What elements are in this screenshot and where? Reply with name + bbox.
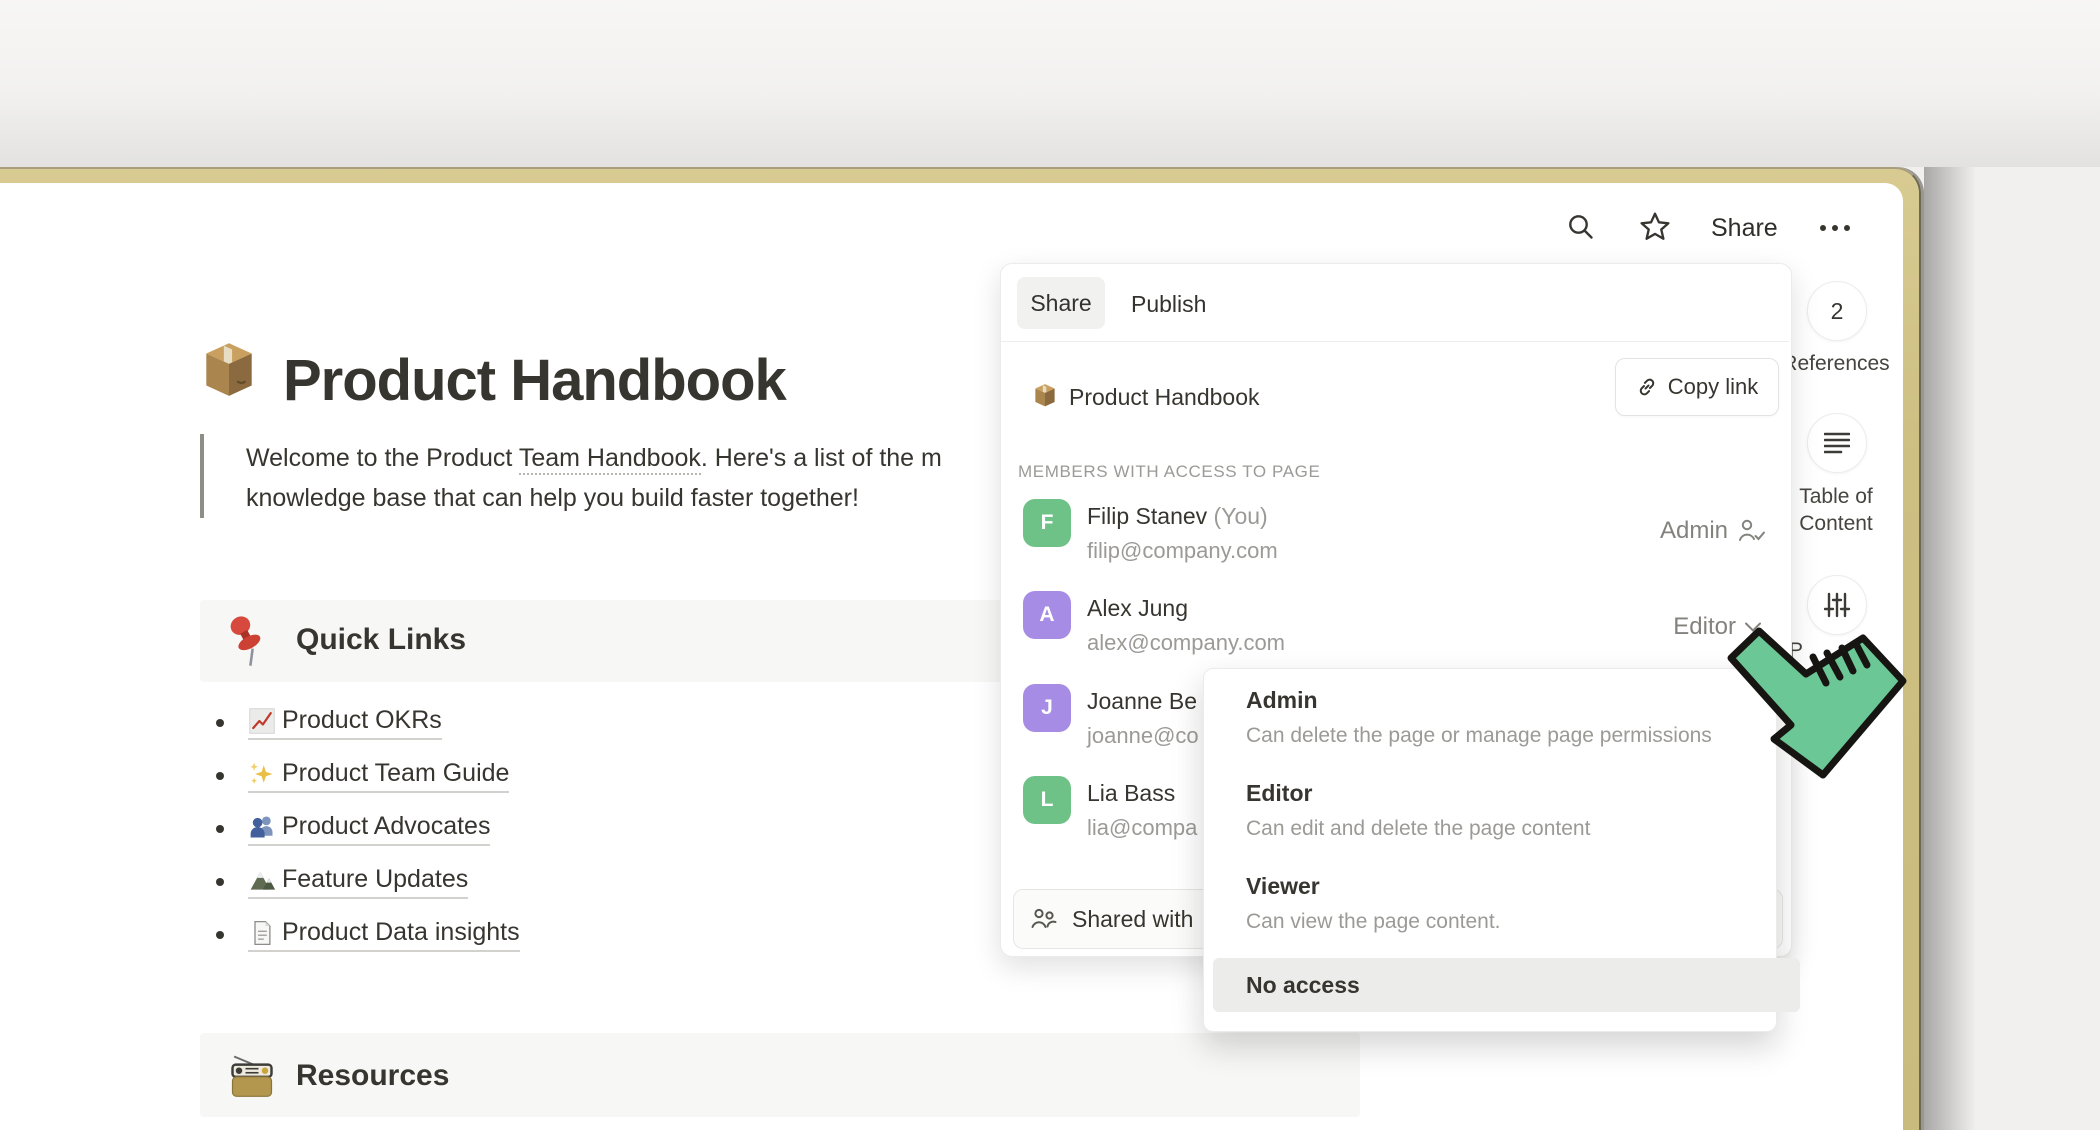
dropdown-option-admin[interactable]: Admin Can delete the page or manage page… [1246, 687, 1712, 748]
dialog-divider [1001, 341, 1789, 342]
quick-link-product-data-insights[interactable]: Product Data insights [248, 918, 520, 952]
intro-link[interactable]: Team Handbook [519, 444, 701, 475]
bullet-dot [216, 931, 224, 939]
bullet-dot [216, 772, 224, 780]
quick-link-product-okrs[interactable]: Product OKRs [248, 706, 442, 740]
intro-line-2: knowledge base that can help you build f… [246, 478, 942, 518]
window-drop-shadow [1924, 167, 1976, 1130]
resources-heading: Resources [296, 1059, 449, 1093]
page-document-icon [248, 919, 276, 947]
people-icon [1030, 907, 1058, 931]
busts-in-silhouette-icon [248, 813, 276, 841]
list-item: Feature Updates [216, 862, 468, 902]
tab-publish[interactable]: Publish [1131, 291, 1206, 318]
chart-increasing-icon [248, 707, 276, 735]
role-admin[interactable]: Admin [1660, 517, 1767, 545]
bullet-dot [216, 825, 224, 833]
cursor-hand-graphic [1722, 626, 1917, 791]
package-icon-small [1031, 381, 1059, 409]
member-email: alex@company.com [1087, 630, 1285, 656]
tab-share[interactable]: Share [1017, 277, 1105, 329]
members-header: MEMBERS WITH ACCESS TO PAGE [1018, 462, 1320, 482]
references-count: 2 [1831, 298, 1844, 325]
member-name: Filip Stanev (You) [1087, 503, 1268, 530]
table-of-content-button[interactable] [1807, 413, 1867, 473]
avatar: A [1023, 591, 1071, 639]
screen: Share Product Handbook Welcome to the Pr… [0, 0, 2100, 1130]
radio-icon [226, 1048, 278, 1104]
member-email: filip@company.com [1087, 538, 1278, 564]
avatar: L [1023, 776, 1071, 824]
desktop-background [0, 0, 2100, 167]
sliders-icon [1824, 592, 1850, 618]
references-button[interactable]: 2 [1807, 281, 1867, 341]
member-email: joanne@co [1087, 723, 1199, 749]
avatar: J [1023, 684, 1071, 732]
bullet-dot [216, 878, 224, 886]
quick-link-feature-updates[interactable]: Feature Updates [248, 865, 468, 899]
favorite-star-icon[interactable] [1638, 210, 1672, 244]
intro-line-1: Welcome to the Product Team Handbook. He… [246, 438, 942, 478]
dialog-page-title: Product Handbook [1069, 384, 1260, 411]
package-icon [196, 336, 262, 402]
copy-link-button[interactable]: Copy link [1615, 358, 1779, 416]
list-item: Product OKRs [216, 703, 442, 743]
intro-paragraph: Welcome to the Product Team Handbook. He… [246, 438, 942, 518]
bullet-dot [216, 719, 224, 727]
quick-links-heading: Quick Links [296, 623, 466, 657]
list-item: Product Advocates [216, 809, 490, 849]
dropdown-option-viewer[interactable]: Viewer Can view the page content. [1246, 873, 1501, 934]
dropdown-option-editor[interactable]: Editor Can edit and delete the page cont… [1246, 780, 1590, 841]
avatar: F [1023, 499, 1071, 547]
person-check-icon [1737, 518, 1767, 544]
member-row[interactable]: F Filip Stanev (You) filip@company.com A… [1001, 499, 1789, 579]
role-dropdown-menu: Admin Can delete the page or manage page… [1203, 668, 1777, 1032]
list-item: Product Data insights [216, 915, 520, 955]
member-name: Lia Bass [1087, 780, 1175, 807]
list-item: Product Team Guide [216, 756, 509, 796]
quote-bar [200, 434, 204, 518]
pushpin-icon [224, 614, 270, 666]
member-name: Joanne Be [1087, 688, 1197, 715]
member-row[interactable]: A Alex Jung alex@company.com Editor [1001, 591, 1789, 671]
mountain-icon [248, 866, 276, 894]
quick-link-product-team-guide[interactable]: Product Team Guide [248, 759, 509, 793]
dropdown-option-no-access[interactable]: No access [1213, 958, 1800, 1012]
link-icon [1636, 376, 1658, 398]
toc-lines-icon [1824, 432, 1850, 454]
quick-link-product-advocates[interactable]: Product Advocates [248, 812, 490, 846]
member-email: lia@compa [1087, 815, 1197, 841]
page-title: Product Handbook [283, 347, 786, 414]
search-icon[interactable] [1565, 211, 1597, 243]
sparkles-icon [248, 760, 276, 788]
more-options-icon[interactable] [1817, 222, 1857, 234]
share-button[interactable]: Share [1711, 214, 1778, 243]
member-name: Alex Jung [1087, 595, 1188, 622]
